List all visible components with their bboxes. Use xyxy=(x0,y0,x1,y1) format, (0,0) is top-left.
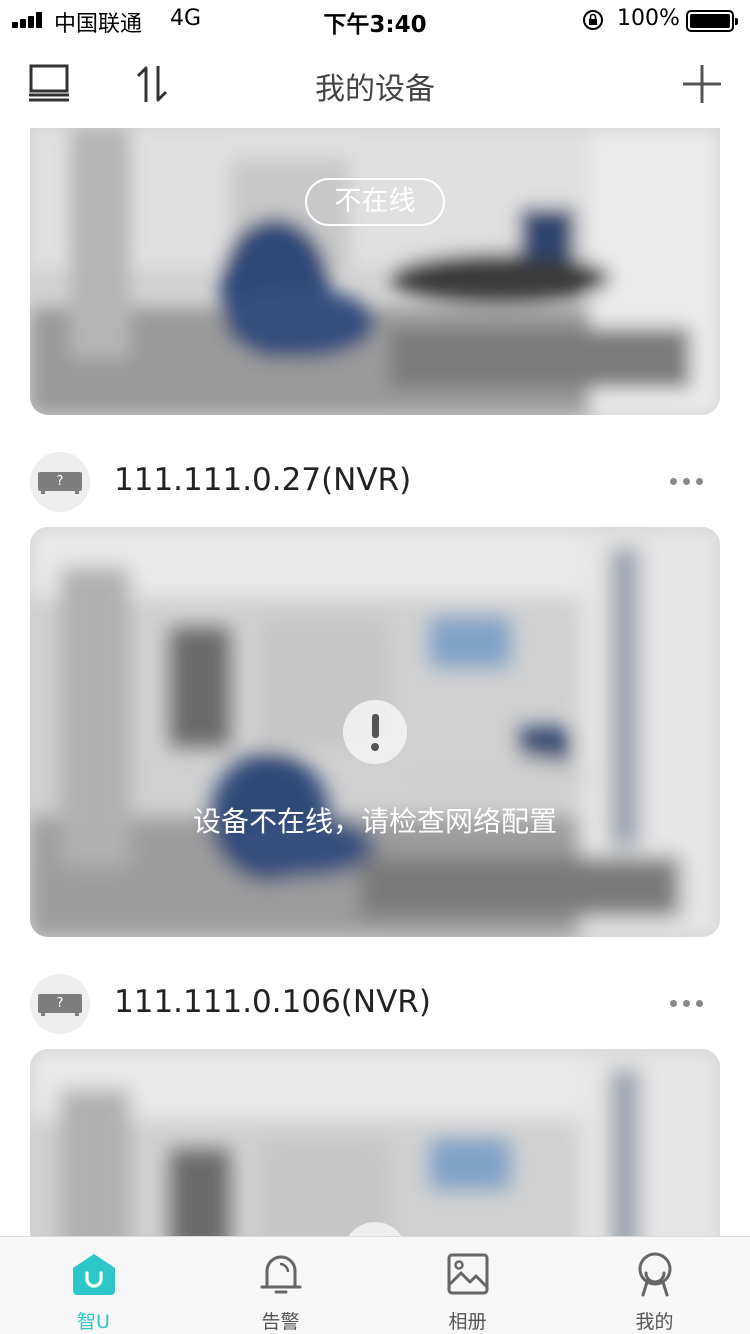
device-list: 不在线 ? 111.111.0.27(NVR) 设备不在线，请检查网络配置 ? … xyxy=(0,128,750,1236)
tab-alarm[interactable]: 告警 xyxy=(187,1237,374,1334)
image-icon xyxy=(447,1253,489,1295)
camera-snapshot xyxy=(30,1049,720,1236)
device-name: 111.111.0.27(NVR) xyxy=(114,462,412,498)
tab-bar: 智U 告警 相册 我的 xyxy=(0,1236,750,1334)
device-header[interactable]: ? 111.111.0.27(NVR) xyxy=(30,452,720,512)
tab-label: 智U xyxy=(77,1311,110,1333)
home-u-icon xyxy=(73,1254,115,1295)
profile-icon xyxy=(638,1252,672,1297)
device-header[interactable]: ? 111.111.0.106(NVR) xyxy=(30,974,720,1034)
status-bar: 中国联通 4G 下午3:40 100% xyxy=(0,0,750,40)
tab-label: 我的 xyxy=(635,1311,674,1333)
device-preview[interactable]: 设备不在线，请检查网络配置 xyxy=(30,527,720,937)
page-title: 我的设备 xyxy=(315,72,435,107)
device-preview[interactable] xyxy=(30,1049,720,1236)
tab-album[interactable]: 相册 xyxy=(374,1237,561,1334)
offline-message: 设备不在线，请检查网络配置 xyxy=(192,805,557,838)
battery-percent: 100% xyxy=(617,6,680,31)
rotation-lock-icon xyxy=(583,10,603,30)
camera-snapshot xyxy=(30,128,720,415)
nvr-device-icon: ? xyxy=(30,974,90,1034)
battery-icon xyxy=(686,10,738,32)
nvr-device-icon: ? xyxy=(30,452,90,512)
tab-profile[interactable]: 我的 xyxy=(561,1237,748,1334)
device-name: 111.111.0.106(NVR) xyxy=(114,984,431,1020)
tab-home[interactable]: 智U xyxy=(0,1237,187,1334)
nav-bar: 我的设备 xyxy=(0,40,750,128)
offline-status-badge: 不在线 xyxy=(305,178,445,226)
more-options-icon[interactable] xyxy=(670,996,704,1010)
tab-label: 告警 xyxy=(261,1311,300,1333)
plus-icon[interactable] xyxy=(680,62,724,106)
device-preview[interactable]: 不在线 xyxy=(30,128,720,415)
warning-icon xyxy=(343,700,407,764)
more-options-icon[interactable] xyxy=(670,474,704,488)
bell-icon xyxy=(260,1255,302,1294)
tab-label: 相册 xyxy=(448,1311,487,1333)
